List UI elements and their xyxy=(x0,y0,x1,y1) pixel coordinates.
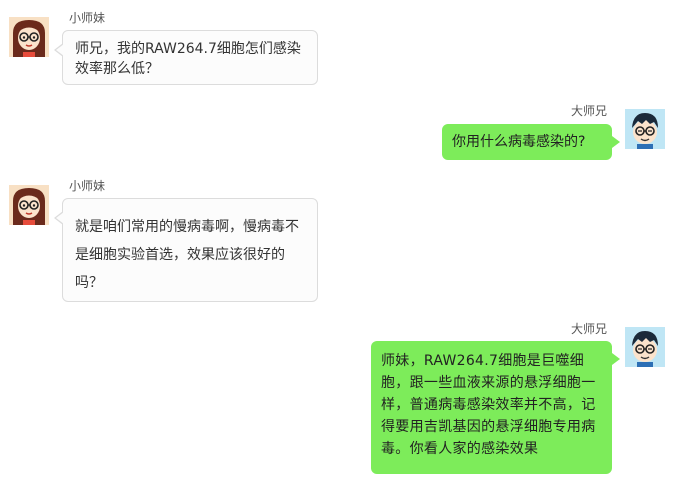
message-text: 师妹，RAW264.7细胞是巨噬细胞，跟一些血液来源的悬浮细胞一样，普通病毒感染… xyxy=(381,353,596,457)
message-bubble[interactable]: 师兄，我的RAW264.7细胞怎们感染效率那么低？ xyxy=(54,30,318,85)
message-bubble[interactable]: 你用什么病毒感染的? xyxy=(442,124,620,160)
message-bubble[interactable]: 就是咱们常用的慢病毒啊，慢病毒不是细胞实验首选，效果应该很好的吗？ xyxy=(54,198,318,302)
girl-avatar-icon xyxy=(9,17,49,57)
sender-name: 大师兄 xyxy=(570,104,607,118)
bubble-tail xyxy=(612,353,620,365)
boy-avatar-icon xyxy=(625,327,665,367)
girl-avatar-icon xyxy=(9,185,49,225)
boy-avatar-icon xyxy=(625,109,665,149)
bubble-tail xyxy=(612,136,620,148)
message-text: 师兄，我的RAW264.7细胞怎们感染效率那么低？ xyxy=(75,41,301,77)
bubble-tail xyxy=(56,212,64,224)
sender-name: 小师妹 xyxy=(69,11,106,25)
message-bubble[interactable]: 师妹，RAW264.7细胞是巨噬细胞，跟一些血液来源的悬浮细胞一样，普通病毒感染… xyxy=(371,341,620,474)
sender-name: 大师兄 xyxy=(570,322,607,336)
message-text: 你用什么病毒感染的? xyxy=(452,134,586,150)
bubble-tail xyxy=(56,44,64,56)
message-text: 就是咱们常用的慢病毒啊，慢病毒不是细胞实验首选，效果应该很好的吗？ xyxy=(75,219,299,291)
sender-name: 小师妹 xyxy=(69,179,106,193)
